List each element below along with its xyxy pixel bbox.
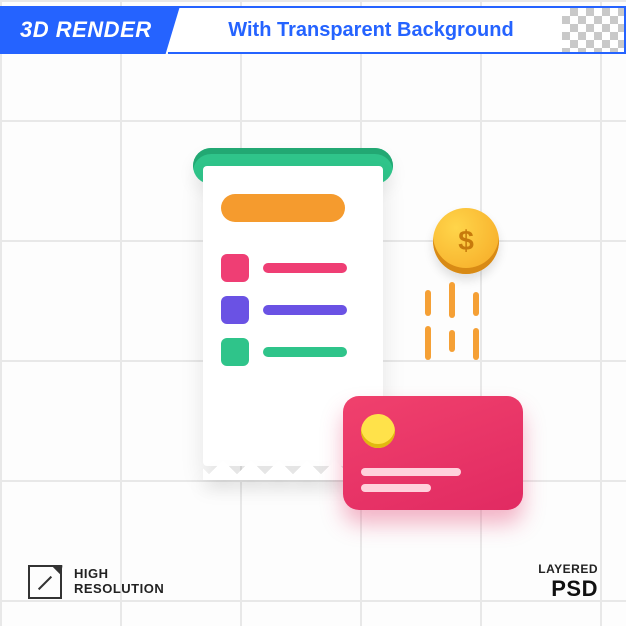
text-line	[263, 305, 347, 315]
resolution-arrow-icon	[28, 565, 62, 599]
credit-card-icon	[343, 396, 523, 510]
footer-bar: HIGH RESOLUTION LAYERED PSD	[28, 562, 598, 602]
card-chip-icon	[361, 414, 395, 448]
bullet-icon	[221, 338, 249, 366]
transparency-checker-icon	[562, 6, 626, 54]
footer-left-line2: RESOLUTION	[74, 582, 164, 597]
receipt-row	[221, 296, 347, 324]
card-line	[361, 484, 431, 492]
receipt-header-bar	[221, 194, 345, 222]
card-line	[361, 468, 461, 476]
badge-3d-render: 3D RENDER	[0, 6, 180, 54]
header-bar: 3D RENDER With Transparent Background	[0, 6, 626, 54]
footer-left: HIGH RESOLUTION	[28, 565, 164, 599]
text-line	[263, 347, 347, 357]
footer-left-line1: HIGH	[74, 567, 164, 582]
header-title: With Transparent Background	[168, 6, 562, 54]
layered-label: LAYERED	[538, 562, 598, 576]
bullet-icon	[221, 254, 249, 282]
motion-dashes-icon	[419, 282, 489, 372]
footer-right: LAYERED PSD	[538, 562, 598, 602]
bullet-icon	[221, 296, 249, 324]
coin-icon: $	[433, 208, 499, 274]
payment-illustration: $	[133, 148, 493, 528]
psd-label: PSD	[538, 576, 598, 602]
receipt-row	[221, 338, 347, 366]
high-resolution-label: HIGH RESOLUTION	[74, 567, 164, 597]
text-line	[263, 263, 347, 273]
receipt-row	[221, 254, 347, 282]
